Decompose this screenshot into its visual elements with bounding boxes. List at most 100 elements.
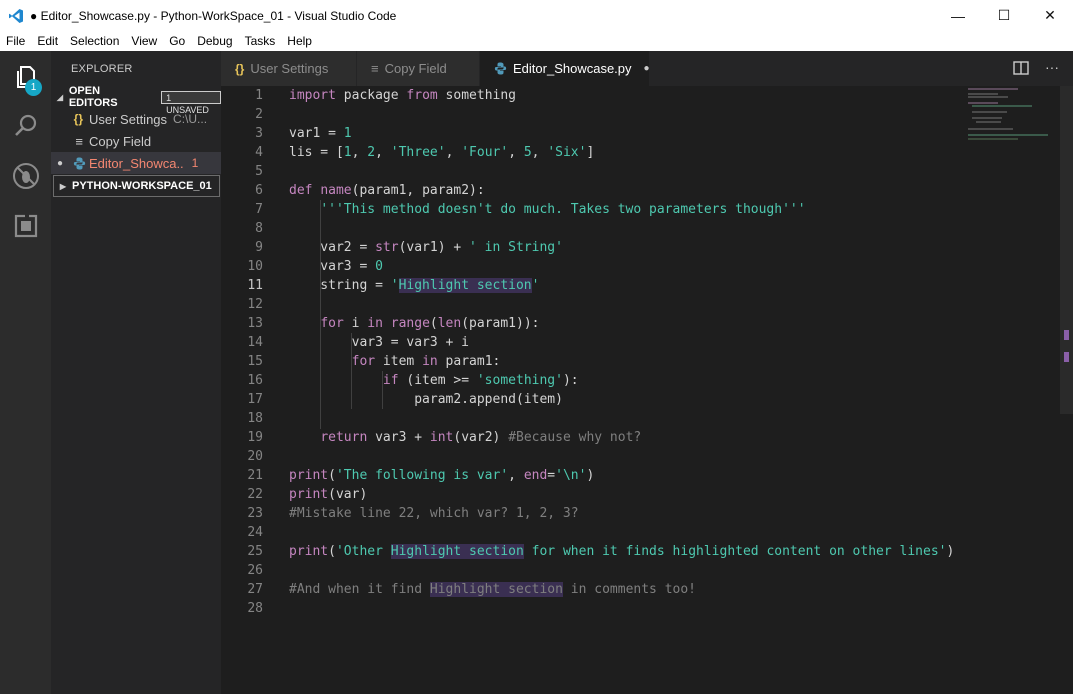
open-editors-header[interactable]: ◢ OPEN EDITORS 1 UNSAVED [51,85,221,115]
menu-bar: File Edit Selection View Go Debug Tasks … [0,31,1073,51]
open-editor-editor-showcase[interactable]: ● Editor_Showca.. 1 [51,152,221,174]
code-line[interactable]: 17 param2.append(item) [221,390,1021,409]
menu-edit[interactable]: Edit [31,34,64,48]
code-line[interactable]: 27 #And when it find Highlight section in… [221,580,1021,599]
code-line[interactable]: 3 var1 = 1 [221,124,1021,143]
code-line[interactable]: 12 [221,295,1021,314]
code-line[interactable]: 8 [221,219,1021,238]
code-line[interactable]: 16 if (item >= 'something'): [221,371,1021,390]
unsaved-dot-icon: ● [56,157,64,169]
extensions-activity-button[interactable] [0,201,51,251]
tab-label: Editor_Showcase.py [513,61,632,76]
code-line[interactable]: 14 var3 = var3 + i [221,333,1021,352]
explorer-sidebar: EXPLORER ◢ OPEN EDITORS 1 UNSAVED {} Use… [51,51,221,694]
code-text: param2.append(item) [289,392,563,407]
code-text: print(var) [289,487,368,502]
open-editor-name: User Settings [89,111,168,127]
chevron-right-icon: ▶ [59,181,67,191]
tab-editor-showcase[interactable]: Editor_Showcase.py ● [480,51,650,86]
code-line[interactable]: 7 '''This method doesn't do much. Takes … [221,200,1021,219]
code-line[interactable]: 13 for i in range(len(param1)): [221,314,1021,333]
code-editor[interactable]: 1 import package from something 2 3 var1 = 1… [221,86,1073,694]
split-editor-button[interactable] [1013,61,1029,75]
line-number: 14 [247,335,263,350]
unsaved-dot-icon[interactable]: ● [644,63,650,74]
code-text: var2 = str(var1) + ' in String' [289,240,563,255]
code-line[interactable]: 9 var2 = str(var1) + ' in String' [221,238,1021,257]
code-line[interactable]: 10 var3 = 0 [221,257,1021,276]
code-text: for i in range(len(param1)): [320,316,540,331]
maximize-button[interactable]: ☐ [981,0,1027,31]
minimize-icon: — [951,7,965,24]
code-line[interactable]: 6 def name(param1, param2): [221,181,1021,200]
code-text: lis = [1, 2, 'Three', 'Four', 5, 'Six'] [289,145,595,160]
code-line[interactable]: 24 [221,523,1021,542]
open-editor-user-settings[interactable]: {} User Settings C:\U... [51,108,221,130]
open-editor-copy-field[interactable]: ≡ Copy Field [51,130,221,152]
code-text: return var3 + int(var2) #Because why not… [320,430,642,445]
text-file-icon: ≡ [371,61,379,76]
code-line[interactable]: 15 for item in param1: [221,352,1021,371]
close-button[interactable]: ✕ [1027,0,1073,31]
line-number: 27 [247,582,263,597]
code-line[interactable]: 22 print(var) [221,485,1021,504]
menu-go[interactable]: Go [163,34,191,48]
extensions-icon [14,214,37,238]
code-line[interactable]: 26 [221,561,1021,580]
line-number: 20 [247,449,263,464]
line-number: 13 [247,316,263,331]
search-activity-button[interactable] [0,101,51,151]
line-number: 7 [255,202,263,217]
menu-help[interactable]: Help [281,34,318,48]
workspace-label: PYTHON-WORKSPACE_01 [72,180,212,192]
debug-activity-button[interactable] [0,151,51,201]
menu-selection[interactable]: Selection [64,34,125,48]
code-line[interactable]: 11 string = 'Highlight section' [221,276,1021,295]
line-number: 9 [255,240,263,255]
line-number: 2 [255,107,263,122]
code-line[interactable]: 19 return var3 + int(var2) #Because why … [221,428,1021,447]
menu-view[interactable]: View [125,34,163,48]
editor-scrollbar[interactable] [1060,86,1073,694]
problem-count: 1 [191,156,199,170]
code-text: var3 = 0 [289,259,383,274]
line-number: 3 [255,126,263,141]
more-actions-icon[interactable]: ··· [1045,59,1059,75]
open-editor-name: Copy Field [89,133,152,149]
line-number: 21 [247,468,263,483]
code-line[interactable]: 28 [221,599,1021,618]
line-number: 19 [247,430,263,445]
line-number: 12 [247,297,263,312]
code-line[interactable]: 21 print('The following is var', end='\n'… [221,466,1021,485]
menu-tasks[interactable]: Tasks [239,34,282,48]
minimize-button[interactable]: — [935,0,981,31]
code-line[interactable]: 23 #Mistake line 22, which var? 1, 2, 3? [221,504,1021,523]
line-number: 6 [255,183,263,198]
workspace-folder-header[interactable]: ▶ PYTHON-WORKSPACE_01 [53,175,220,197]
open-editor-path: C:\U... [173,112,208,126]
tab-user-settings[interactable]: {} User Settings [221,51,356,86]
code-line[interactable]: 18 [221,409,1021,428]
tab-label: User Settings [250,61,329,76]
menu-file[interactable]: File [0,34,31,48]
code-line[interactable]: 20 [221,447,1021,466]
line-number: 26 [247,563,263,578]
maximize-icon: ☐ [997,7,1011,23]
minimap[interactable] [968,88,1053,140]
line-number: 18 [247,411,263,426]
scrollbar-thumb[interactable] [1060,86,1073,414]
find-match-marker [1064,330,1069,340]
code-line[interactable]: 2 [221,105,1021,124]
explorer-badge: 1 [25,79,42,96]
tab-copy-field[interactable]: ≡ Copy Field [357,51,479,86]
menu-debug[interactable]: Debug [191,34,238,48]
code-line[interactable]: 1 import package from something [221,86,1021,105]
explorer-activity-button[interactable]: 1 [0,52,51,102]
python-file-icon [69,157,89,170]
code-line[interactable]: 5 [221,162,1021,181]
code-line[interactable]: 4 lis = [1, 2, 'Three', 'Four', 5, 'Six'] [221,143,1021,162]
code-line[interactable]: 25 print('Other Highlight section for whe… [221,542,1021,561]
debug-icon [12,163,39,189]
code-text: def name(param1, param2): [289,183,485,198]
line-number: 4 [255,145,263,160]
